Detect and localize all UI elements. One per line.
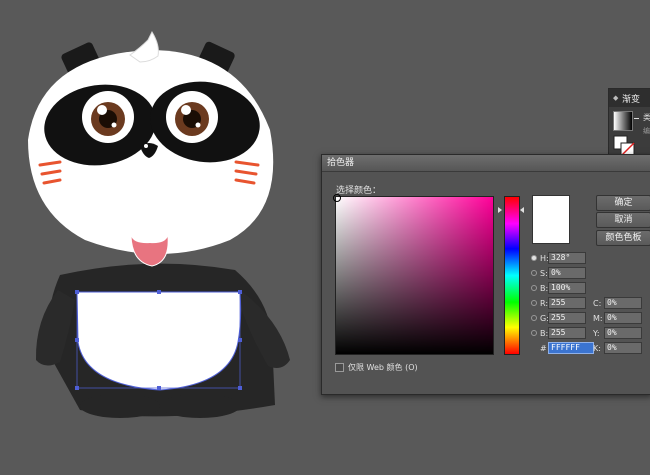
gradient-swatch[interactable] bbox=[613, 111, 633, 131]
select-color-label: 选择颜色： bbox=[336, 186, 382, 196]
yellow-input[interactable]: 0% bbox=[604, 327, 642, 339]
hue-slider-left-arrow-icon[interactable] bbox=[498, 207, 502, 213]
saturation-input[interactable]: 0% bbox=[548, 267, 586, 279]
green-label: G: bbox=[540, 313, 549, 323]
color-cursor[interactable] bbox=[333, 194, 341, 202]
tab-gradient[interactable]: 渐变 bbox=[622, 92, 640, 105]
panda-left-leg[interactable] bbox=[80, 394, 160, 418]
hue-radio[interactable] bbox=[531, 255, 537, 261]
magenta-field-row: M: 0% bbox=[593, 312, 642, 324]
gradient-panel-tabbar[interactable]: ◆ 渐变 bbox=[609, 89, 650, 107]
gradient-dropdown-icon[interactable] bbox=[634, 118, 639, 119]
brightness-radio[interactable] bbox=[531, 285, 537, 291]
web-colors-only-option[interactable]: 仅限 Web 颜色 (O) bbox=[335, 362, 418, 373]
panda-right-leg[interactable] bbox=[160, 394, 240, 418]
saturation-field-row: S: 0% bbox=[531, 267, 586, 279]
magenta-input[interactable]: 0% bbox=[604, 312, 642, 324]
green-radio[interactable] bbox=[531, 315, 537, 321]
current-color-preview bbox=[532, 195, 570, 244]
black-field-row: K: 0% bbox=[593, 342, 642, 354]
green-input[interactable]: 255 bbox=[548, 312, 586, 324]
web-colors-only-label: 仅限 Web 颜色 (O) bbox=[348, 363, 418, 372]
blue-radio[interactable] bbox=[531, 330, 537, 336]
cyan-input[interactable]: 0% bbox=[604, 297, 642, 309]
yellow-field-row: Y: 0% bbox=[593, 327, 642, 339]
magenta-label: M: bbox=[593, 313, 603, 323]
hex-field-row: # FFFFFF bbox=[531, 342, 594, 354]
collapse-arrow-icon[interactable]: ◆ bbox=[613, 95, 619, 102]
hue-field-row: H: 328° bbox=[531, 252, 586, 264]
saturation-radio[interactable] bbox=[531, 270, 537, 276]
hex-input[interactable]: FFFFFF bbox=[548, 342, 594, 354]
hue-input[interactable]: 328° bbox=[548, 252, 586, 264]
hue-slider-right-arrow-icon[interactable] bbox=[520, 207, 524, 213]
red-radio[interactable] bbox=[531, 300, 537, 306]
ok-button[interactable]: 确定 bbox=[596, 195, 650, 211]
blue-label: B: bbox=[540, 328, 549, 338]
gradient-edit-label: 编 bbox=[643, 127, 650, 135]
blue-field-row: B: 255 bbox=[531, 327, 586, 339]
web-colors-only-checkbox[interactable] bbox=[335, 363, 344, 372]
red-field-row: R: 255 bbox=[531, 297, 586, 309]
panda-hair-tuft bbox=[129, 30, 159, 63]
cyan-field-row: C: 0% bbox=[593, 297, 642, 309]
saturation-label: S: bbox=[540, 268, 548, 278]
yellow-label: Y: bbox=[593, 328, 600, 338]
hue-label: H: bbox=[540, 253, 549, 263]
gradient-type-label: 类 bbox=[643, 113, 650, 122]
cancel-button[interactable]: 取消 bbox=[596, 212, 650, 228]
color-picker-dialog[interactable]: 拾色器 选择颜色： 确定 取消 颜色色板 H: 328° S: 0% B: 10… bbox=[321, 154, 650, 395]
cyan-label: C: bbox=[593, 298, 602, 308]
black-input[interactable]: 0% bbox=[604, 342, 642, 354]
hex-label: # bbox=[540, 343, 547, 353]
gradient-panel[interactable]: ◆ 渐变 类 编 bbox=[608, 88, 650, 162]
black-label: K: bbox=[593, 343, 601, 353]
brightness-field-row: B: 100% bbox=[531, 282, 586, 294]
blue-input[interactable]: 255 bbox=[548, 327, 586, 339]
red-label: R: bbox=[540, 298, 549, 308]
green-field-row: G: 255 bbox=[531, 312, 586, 324]
saturation-brightness-field[interactable] bbox=[333, 194, 494, 355]
red-input[interactable]: 255 bbox=[548, 297, 586, 309]
hue-slider[interactable] bbox=[504, 196, 520, 355]
brightness-label: B: bbox=[540, 283, 549, 293]
color-swatches-button[interactable]: 颜色色板 bbox=[596, 230, 650, 246]
dialog-title[interactable]: 拾色器 bbox=[322, 155, 650, 172]
brightness-input[interactable]: 100% bbox=[548, 282, 586, 294]
